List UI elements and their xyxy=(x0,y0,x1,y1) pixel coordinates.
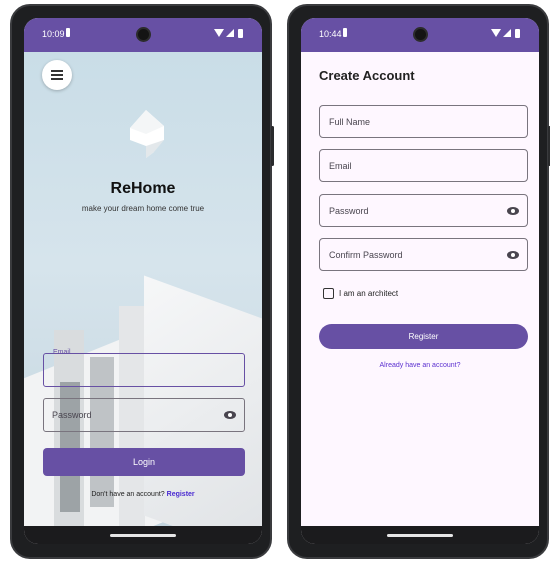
phone-register: 10:44 Create Account Full Name Email Pas… xyxy=(287,4,550,559)
email-placeholder: Email xyxy=(329,161,352,171)
architect-checkbox-label: I am an architect xyxy=(339,289,399,298)
home-gesture-handle[interactable] xyxy=(387,534,453,537)
eye-icon[interactable] xyxy=(224,411,236,419)
password-field[interactable]: Password xyxy=(43,398,245,432)
status-icons xyxy=(214,29,248,39)
camera-cutout xyxy=(136,27,151,42)
wifi-icon xyxy=(491,29,501,37)
status-time: 10:44 xyxy=(319,29,342,39)
signal-icon xyxy=(503,29,511,37)
status-bar: 10:44 xyxy=(301,18,539,52)
password-placeholder: Password xyxy=(329,206,369,216)
app-tagline: make your dream home come true xyxy=(81,204,205,213)
menu-button[interactable] xyxy=(42,60,72,90)
login-button[interactable]: Login xyxy=(43,448,245,476)
battery-icon xyxy=(238,29,243,38)
phone-login: 10:09 ReHome make your dream home come t… xyxy=(10,4,274,559)
gesture-nav-bar xyxy=(301,526,539,544)
confirm-password-placeholder: Confirm Password xyxy=(329,250,403,260)
signal-icon xyxy=(226,29,234,37)
password-placeholder: Password xyxy=(52,410,92,420)
register-prompt-row: Don't have an account? Register xyxy=(24,491,262,498)
register-prompt-text: Don't have an account? xyxy=(91,491,165,498)
page-title: Create Account xyxy=(319,68,415,83)
architect-checkbox[interactable] xyxy=(323,288,334,299)
email-field-label: Email xyxy=(53,349,71,356)
create-account-screen: 10:44 Create Account Full Name Email Pas… xyxy=(301,18,539,544)
status-time: 10:09 xyxy=(42,29,65,39)
password-field[interactable]: Password xyxy=(319,194,528,227)
app-brand-name: ReHome xyxy=(110,180,176,197)
notification-icon xyxy=(66,28,70,37)
register-button[interactable]: Register xyxy=(319,324,528,349)
power-button xyxy=(271,126,274,166)
house-logo-icon xyxy=(130,110,164,158)
eye-icon[interactable] xyxy=(507,207,519,215)
status-bar: 10:09 xyxy=(24,18,262,52)
eye-icon[interactable] xyxy=(507,251,519,259)
hamburger-menu-icon xyxy=(51,70,63,80)
home-gesture-handle[interactable] xyxy=(110,534,176,537)
status-icons xyxy=(491,29,525,39)
login-link[interactable]: Already have an account? xyxy=(301,362,539,369)
battery-icon xyxy=(515,29,520,38)
login-screen: 10:09 ReHome make your dream home come t… xyxy=(24,18,262,544)
notification-icon xyxy=(343,28,347,37)
camera-cutout xyxy=(413,27,428,42)
register-link[interactable]: Register xyxy=(167,491,195,498)
email-field[interactable]: Email xyxy=(319,149,528,182)
email-field[interactable]: Email xyxy=(43,349,245,387)
full-name-field[interactable]: Full Name xyxy=(319,105,528,138)
full-name-placeholder: Full Name xyxy=(329,117,371,127)
confirm-password-field[interactable]: Confirm Password xyxy=(319,238,528,271)
gesture-nav-bar xyxy=(24,526,262,544)
wifi-icon xyxy=(214,29,224,37)
